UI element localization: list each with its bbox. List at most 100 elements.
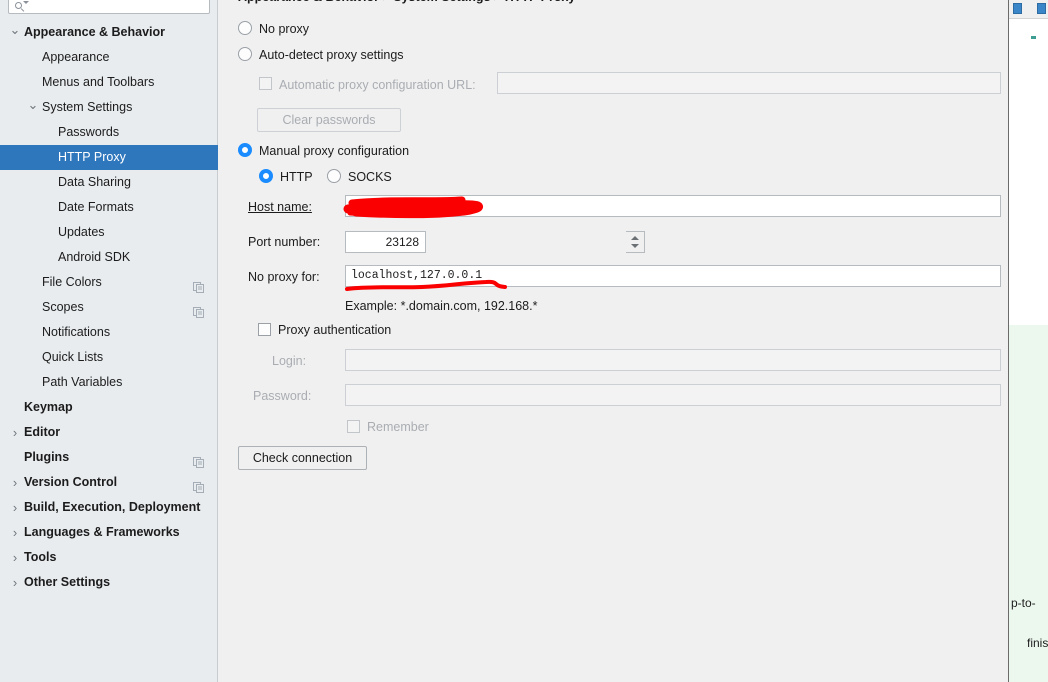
background-tab-icon bbox=[1037, 3, 1046, 14]
port-number-field[interactable]: 23128 bbox=[345, 231, 426, 253]
chevron-right-icon[interactable]: › bbox=[8, 545, 22, 570]
sidebar-item-other-settings[interactable]: › Other Settings bbox=[0, 570, 218, 595]
host-name-label: Host name: bbox=[248, 200, 312, 214]
radio-manual-proxy-control[interactable] bbox=[238, 143, 252, 157]
chevron-right-icon[interactable]: › bbox=[8, 570, 22, 595]
radio-manual-proxy-label: Manual proxy configuration bbox=[259, 144, 410, 158]
sidebar-item-file-colors[interactable]: File Colors bbox=[0, 270, 218, 295]
sidebar-item-label: HTTP Proxy bbox=[58, 150, 126, 164]
copy-icon[interactable] bbox=[193, 302, 204, 318]
sidebar-item-label: Version Control bbox=[24, 475, 118, 489]
chevron-down-icon[interactable]: ⌄ bbox=[26, 95, 40, 115]
port-number-stepper[interactable] bbox=[626, 231, 645, 253]
sidebar-item-label: Path Variables bbox=[42, 375, 123, 389]
checkbox-auto-config-url[interactable] bbox=[259, 77, 272, 90]
sidebar-item-quick-lists[interactable]: Quick Lists bbox=[0, 345, 218, 370]
clear-passwords-button[interactable]: Clear passwords bbox=[257, 108, 401, 132]
port-number-label: Port number: bbox=[248, 235, 321, 249]
sidebar-item-http-proxy[interactable]: HTTP Proxy bbox=[0, 145, 218, 170]
chevron-right-icon[interactable]: › bbox=[8, 520, 22, 545]
sidebar-item-label: Notifications bbox=[42, 325, 111, 339]
sidebar-item-label: Data Sharing bbox=[58, 175, 131, 189]
background-tab-icon bbox=[1013, 3, 1022, 14]
password-field[interactable] bbox=[345, 384, 1001, 406]
no-proxy-for-field[interactable]: localhost,127.0.0.1 bbox=[345, 265, 1001, 287]
background-text-fragment: finis bbox=[1027, 636, 1048, 650]
radio-auto-detect-label: Auto-detect proxy settings bbox=[259, 48, 404, 62]
background-marker bbox=[1031, 36, 1036, 39]
password-label: Password: bbox=[253, 389, 312, 403]
sidebar-item-label: Tools bbox=[24, 550, 57, 564]
sidebar-item-label: Quick Lists bbox=[42, 350, 104, 364]
sidebar-item-label: Keymap bbox=[24, 400, 73, 414]
sidebar-item-keymap[interactable]: Keymap bbox=[0, 395, 218, 420]
sidebar-item-label: Build, Execution, Deployment bbox=[24, 500, 201, 514]
radio-http-label: HTTP bbox=[280, 170, 313, 184]
sidebar-item-data-sharing[interactable]: Data Sharing bbox=[0, 170, 218, 195]
host-name-field[interactable] bbox=[345, 195, 1001, 217]
no-proxy-for-label: No proxy for: bbox=[248, 270, 320, 284]
radio-socks-label: SOCKS bbox=[348, 170, 392, 184]
radio-http-control[interactable] bbox=[259, 169, 273, 183]
remember-label: Remember bbox=[367, 420, 429, 434]
chevron-down-icon bbox=[23, 1, 29, 4]
sidebar-item-label: Android SDK bbox=[58, 250, 131, 264]
sidebar-item-appearance[interactable]: Appearance bbox=[0, 45, 218, 70]
chevron-right-icon[interactable]: › bbox=[8, 420, 22, 445]
sidebar-item-passwords[interactable]: Passwords bbox=[0, 120, 218, 145]
checkbox-remember[interactable] bbox=[347, 420, 360, 433]
no-proxy-example-hint: Example: *.domain.com, 192.168.* bbox=[345, 299, 538, 313]
sidebar-item-menus-and-toolbars[interactable]: Menus and Toolbars bbox=[0, 70, 218, 95]
sidebar-item-label: Plugins bbox=[24, 450, 70, 464]
sidebar-item-editor[interactable]: › Editor bbox=[0, 420, 218, 445]
radio-no-proxy-label: No proxy bbox=[259, 22, 310, 36]
sidebar-item-system-settings[interactable]: ⌄ System Settings bbox=[0, 95, 218, 120]
radio-no-proxy-control[interactable] bbox=[238, 21, 252, 35]
search-input[interactable] bbox=[8, 0, 210, 14]
check-connection-button[interactable]: Check connection bbox=[238, 446, 367, 470]
sidebar-item-notifications[interactable]: Notifications bbox=[0, 320, 218, 345]
sidebar-item-android-sdk[interactable]: Android SDK bbox=[0, 245, 218, 270]
sidebar-item-plugins[interactable]: Plugins bbox=[0, 445, 218, 470]
sidebar-item-updates[interactable]: Updates bbox=[0, 220, 218, 245]
background-diff-highlight bbox=[1009, 325, 1048, 682]
settings-sidebar: ⌄ Appearance & Behavior Appearance Menus an… bbox=[0, 0, 218, 682]
chevron-right-icon[interactable]: › bbox=[8, 470, 22, 495]
sidebar-item-appearance-behavior[interactable]: ⌄ Appearance & Behavior bbox=[0, 20, 218, 45]
auto-config-url-field[interactable] bbox=[497, 72, 1001, 94]
sidebar-item-label: Passwords bbox=[58, 125, 120, 139]
proxy-authentication-label: Proxy authentication bbox=[278, 323, 392, 337]
copy-icon[interactable] bbox=[193, 277, 204, 293]
sidebar-item-version-control[interactable]: › Version Control bbox=[0, 470, 218, 495]
background-text-fragment: p-to- bbox=[1011, 596, 1036, 610]
stepper-down-icon[interactable] bbox=[631, 244, 639, 248]
radio-socks-control[interactable] bbox=[327, 169, 341, 183]
sidebar-item-label: Date Formats bbox=[58, 200, 134, 214]
sidebar-item-label: System Settings bbox=[42, 100, 133, 114]
sidebar-item-languages-frameworks[interactable]: › Languages & Frameworks bbox=[0, 520, 218, 545]
settings-tree: ⌄ Appearance & Behavior Appearance Menus an… bbox=[0, 20, 218, 595]
sidebar-item-label: Updates bbox=[58, 225, 105, 239]
search-icon-handle bbox=[20, 8, 25, 12]
sidebar-item-label: Other Settings bbox=[24, 575, 111, 589]
checkbox-proxy-authentication[interactable] bbox=[258, 323, 271, 336]
sidebar-item-label: Appearance bbox=[42, 50, 110, 64]
sidebar-item-label: Menus and Toolbars bbox=[42, 75, 155, 89]
sidebar-item-scopes[interactable]: Scopes bbox=[0, 295, 218, 320]
chevron-right-icon[interactable]: › bbox=[8, 495, 22, 520]
sidebar-item-date-formats[interactable]: Date Formats bbox=[0, 195, 218, 220]
login-field[interactable] bbox=[345, 349, 1001, 371]
stepper-up-icon[interactable] bbox=[631, 236, 639, 240]
settings-dialog: ⌄ Appearance & Behavior Appearance Menus an… bbox=[0, 0, 1008, 682]
copy-icon[interactable] bbox=[193, 452, 204, 468]
http-proxy-panel: Appearance & Behavior > System Settings … bbox=[219, 0, 1008, 682]
sidebar-item-label: Languages & Frameworks bbox=[24, 525, 180, 539]
background-window: p-to- finis bbox=[1008, 0, 1048, 682]
radio-auto-detect-control[interactable] bbox=[238, 47, 252, 61]
chevron-down-icon[interactable]: ⌄ bbox=[8, 20, 22, 40]
copy-icon[interactable] bbox=[193, 477, 204, 493]
sidebar-item-tools[interactable]: › Tools bbox=[0, 545, 218, 570]
sidebar-item-label: Scopes bbox=[42, 300, 84, 314]
sidebar-item-build-execution-deployment[interactable]: › Build, Execution, Deployment bbox=[0, 495, 218, 520]
sidebar-item-path-variables[interactable]: Path Variables bbox=[0, 370, 218, 395]
